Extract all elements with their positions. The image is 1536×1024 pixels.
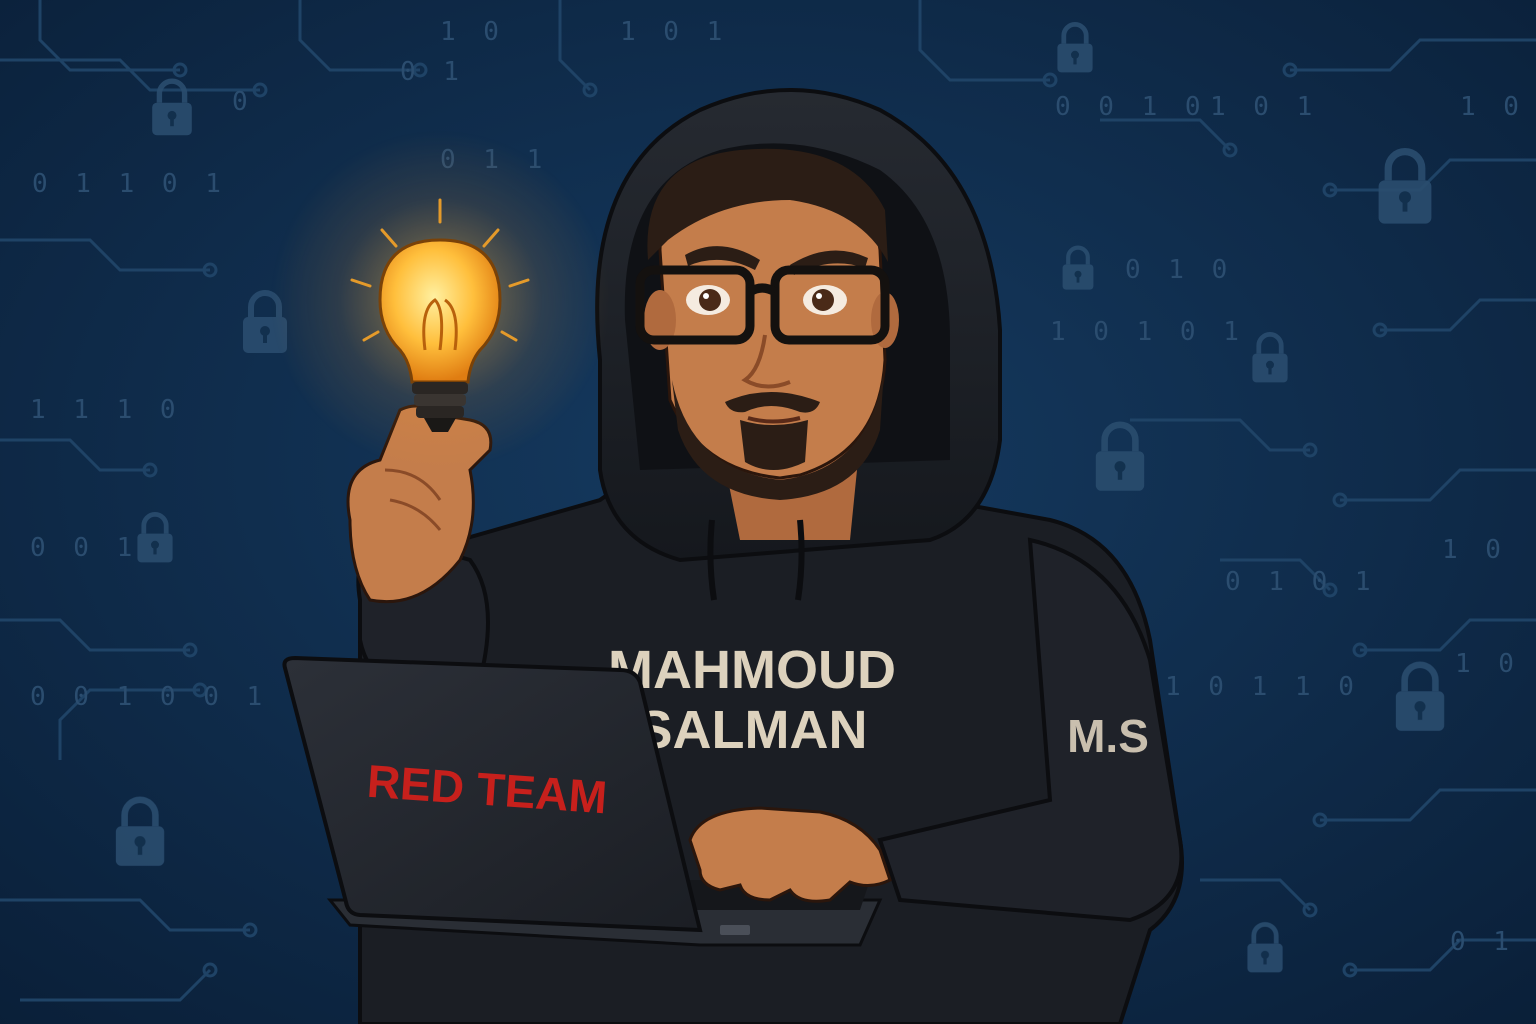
binary-text: 1 0 1 [1210, 92, 1318, 122]
hacker-illustration: 0 1 1 0 1 1 1 1 0 0 0 1 0 0 1 0 0 1 1 0 … [0, 0, 1536, 1024]
binary-text: 1 0 1 1 0 [1165, 672, 1360, 702]
binary-text: 0 1 1 [1450, 927, 1536, 957]
binary-text: 0 1 1 0 1 [32, 169, 227, 199]
goatee [740, 420, 808, 470]
binary-text: 0 0 1 0 [1055, 92, 1207, 122]
drawstring-right [795, 519, 805, 601]
binary-text: 0 1 [400, 57, 465, 87]
pupil-left [699, 289, 721, 311]
drawstring-left [707, 519, 717, 601]
binary-text: 1 0 1 0 1 [1050, 317, 1245, 347]
binary-text: 0 0 1 [30, 533, 138, 563]
binary-text: 1 0 1 [1455, 649, 1536, 679]
binary-text: 1 0 [440, 17, 505, 47]
binary-text: 0 1 0 [1125, 255, 1233, 285]
binary-text: 1 0 [1460, 92, 1525, 122]
pupil-right [812, 289, 834, 311]
hoodie-name-line1: MAHMOUD [608, 640, 896, 700]
binary-text: 1 0 [1442, 535, 1507, 565]
binary-text: 1 0 1 [620, 17, 728, 47]
hoodie-name-line2: SALMAN [637, 700, 868, 760]
sleeve-initials: M.S [1067, 710, 1149, 762]
binary-text: 0 [232, 87, 254, 117]
binary-text: 0 0 1 0 0 1 [30, 682, 268, 712]
binary-text: 1 1 1 0 [30, 395, 182, 425]
binary-text: 0 1 0 1 [1225, 567, 1377, 597]
